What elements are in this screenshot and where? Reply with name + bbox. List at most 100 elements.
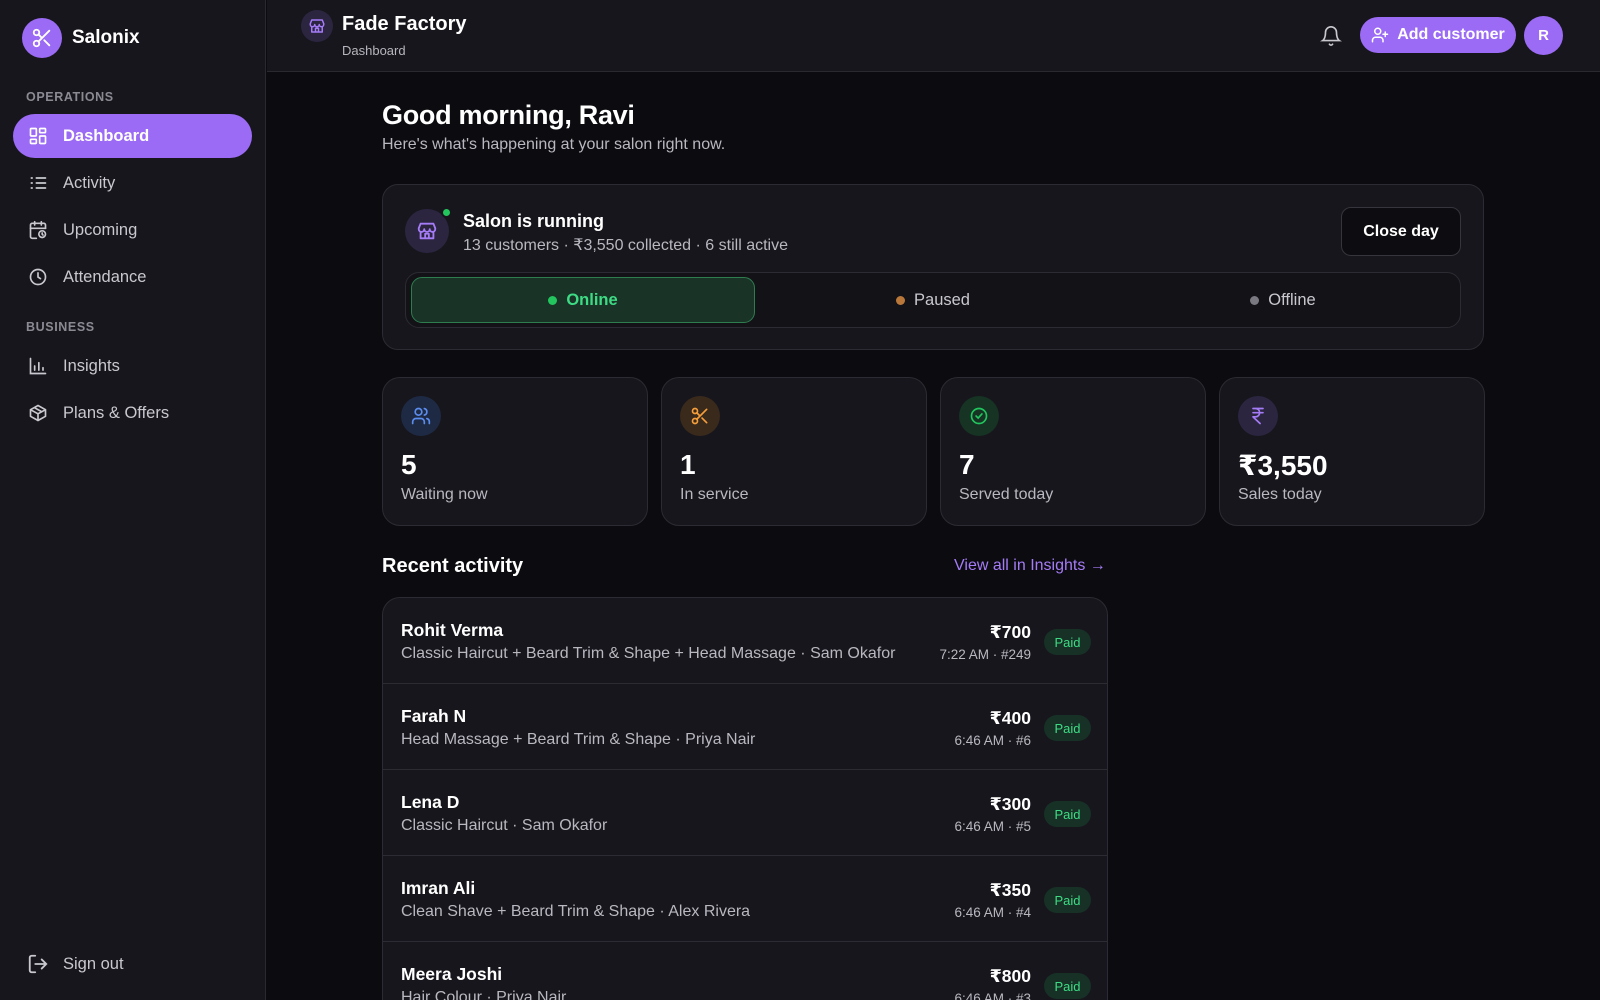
- service-detail: Classic Haircut · Sam Okafor: [401, 817, 608, 834]
- scissors-logo-icon: [22, 18, 62, 58]
- sidebar-item-label: Insights: [63, 356, 120, 375]
- time-ticket: 7:22 AM · #249: [939, 647, 1031, 662]
- amount: ₹700: [989, 622, 1031, 642]
- sidebar-item-activity[interactable]: Activity: [13, 161, 252, 205]
- sidebar-item-label: Activity: [63, 173, 116, 192]
- customer-name: Imran Ali: [401, 878, 476, 898]
- check-circle-icon: [959, 396, 999, 436]
- clock-icon: [27, 266, 49, 288]
- activity-row[interactable]: Farah N Head Massage + Beard Trim & Shap…: [383, 684, 1107, 770]
- add-customer-label: Add customer: [1397, 26, 1505, 43]
- time-ticket: 6:46 AM · #4: [954, 905, 1031, 920]
- online-dot: [548, 295, 558, 305]
- view-all-insights-link[interactable]: View all in Insights →: [954, 557, 1106, 575]
- top-bar: Fade Factory Dashboard Add customer R: [267, 0, 1600, 72]
- mode-offline-option[interactable]: Offline: [1111, 277, 1455, 323]
- sidebar-item-label: Plans & Offers: [63, 403, 170, 422]
- mode-online-option[interactable]: Online: [411, 277, 755, 323]
- status-badge: Paid: [1044, 887, 1091, 913]
- section-label-business: BUSINESS: [26, 320, 95, 334]
- grid-icon: [27, 125, 49, 147]
- section-label-operations: OPERATIONS: [26, 90, 114, 104]
- live-status-dot: [441, 207, 452, 218]
- customer-name: Farah N: [401, 706, 467, 726]
- mode-paused-option[interactable]: Paused: [761, 277, 1105, 323]
- stat-value: 7: [959, 449, 975, 480]
- stat-card-sales[interactable]: ₹3,550 Sales today: [1219, 377, 1485, 526]
- offline-dot: [1250, 295, 1260, 305]
- sign-out-label: Sign out: [63, 954, 124, 973]
- store-icon: [301, 10, 333, 42]
- customer-name: Rohit Verma: [401, 620, 504, 640]
- stat-value: ₹3,550: [1238, 450, 1328, 481]
- recent-activity-list: Rohit Verma Classic Haircut + Beard Trim…: [382, 597, 1108, 1000]
- time-ticket: 6:46 AM · #6: [954, 733, 1031, 748]
- user-plus-icon: [1371, 26, 1389, 44]
- status-title: Salon is running: [463, 211, 605, 231]
- amount: ₹800: [989, 966, 1031, 986]
- sidebar-item-attendance[interactable]: Attendance: [13, 255, 252, 299]
- scissors-icon: [680, 396, 720, 436]
- sign-out-button[interactable]: Sign out: [13, 942, 252, 986]
- paused-dot: [896, 295, 906, 305]
- mode-label: Offline: [1268, 290, 1316, 309]
- activity-row[interactable]: Rohit Verma Classic Haircut + Beard Trim…: [383, 598, 1107, 684]
- greeting-subtitle: Here's what's happening at your salon ri…: [382, 136, 726, 153]
- status-badge: Paid: [1044, 801, 1091, 827]
- stat-card-served[interactable]: 7 Served today: [940, 377, 1206, 526]
- sidebar-item-plans-offers[interactable]: Plans & Offers: [13, 391, 252, 435]
- log-out-icon: [27, 953, 49, 975]
- breadcrumb[interactable]: Dashboard: [342, 43, 406, 58]
- status-badge: Paid: [1044, 629, 1091, 655]
- stat-label: Served today: [959, 486, 1054, 503]
- recent-activity-title: Recent activity: [382, 555, 524, 577]
- time-ticket: 6:46 AM · #5: [954, 819, 1031, 834]
- service-detail: Head Massage + Beard Trim & Shape · Priy…: [401, 731, 756, 748]
- activity-row[interactable]: Imran Ali Clean Shave + Beard Trim & Sha…: [383, 856, 1107, 942]
- brand[interactable]: Salonix: [22, 18, 140, 58]
- stat-value: 5: [401, 449, 417, 480]
- status-badge: Paid: [1044, 973, 1091, 999]
- stat-card-waiting[interactable]: 5 Waiting now: [382, 377, 648, 526]
- activity-row[interactable]: Lena D Classic Haircut · Sam Okafor ₹300…: [383, 770, 1107, 856]
- status-mode-toggle: Online Paused Offline: [405, 272, 1461, 328]
- stat-card-in-service[interactable]: 1 In service: [661, 377, 927, 526]
- stat-label: Sales today: [1238, 486, 1322, 503]
- bar-chart-icon: [27, 355, 49, 377]
- amount: ₹350: [989, 880, 1031, 900]
- page-title: Fade Factory: [342, 13, 467, 35]
- status-badge: Paid: [1044, 715, 1091, 741]
- stat-label: In service: [680, 486, 749, 503]
- mode-label: Online: [566, 290, 618, 309]
- service-detail: Clean Shave + Beard Trim & Shape · Alex …: [401, 903, 751, 920]
- sidebar-item-insights[interactable]: Insights: [13, 344, 252, 388]
- sidebar: Salonix OPERATIONS Dashboard Activity Up…: [0, 0, 266, 1000]
- package-icon: [27, 402, 49, 424]
- activity-row[interactable]: Meera Joshi Hair Colour · Priya Nair ₹80…: [383, 942, 1107, 1000]
- amount: ₹400: [989, 708, 1031, 728]
- salon-status-card: Salon is running 13 customers · ₹3,550 c…: [382, 184, 1484, 350]
- bell-icon[interactable]: [1317, 22, 1345, 50]
- sidebar-item-dashboard[interactable]: Dashboard: [13, 114, 252, 158]
- greeting: Good morning, Ravi: [382, 100, 635, 130]
- sidebar-item-upcoming[interactable]: Upcoming: [13, 208, 252, 252]
- avatar[interactable]: R: [1524, 16, 1563, 55]
- sidebar-item-label: Dashboard: [63, 126, 150, 145]
- amount: ₹300: [989, 794, 1031, 814]
- service-detail: Hair Colour · Priya Nair: [401, 989, 567, 1000]
- sidebar-item-label: Attendance: [63, 267, 147, 286]
- status-summary: 13 customers · ₹3,550 collected · 6 stil…: [463, 237, 788, 254]
- rupee-icon: [1238, 396, 1278, 436]
- brand-name: Salonix: [72, 27, 140, 48]
- service-detail: Classic Haircut + Beard Trim & Shape + H…: [401, 645, 896, 662]
- calendar-clock-icon: [27, 219, 49, 241]
- stat-value: 1: [680, 449, 696, 480]
- time-ticket: 6:46 AM · #3: [954, 991, 1031, 1000]
- mode-label: Paused: [914, 290, 970, 309]
- sidebar-item-label: Upcoming: [63, 220, 138, 239]
- customer-name: Meera Joshi: [401, 964, 503, 984]
- customer-name: Lena D: [401, 792, 460, 812]
- users-icon: [401, 396, 441, 436]
- add-customer-button[interactable]: Add customer: [1360, 17, 1516, 53]
- close-day-button[interactable]: Close day: [1341, 207, 1461, 256]
